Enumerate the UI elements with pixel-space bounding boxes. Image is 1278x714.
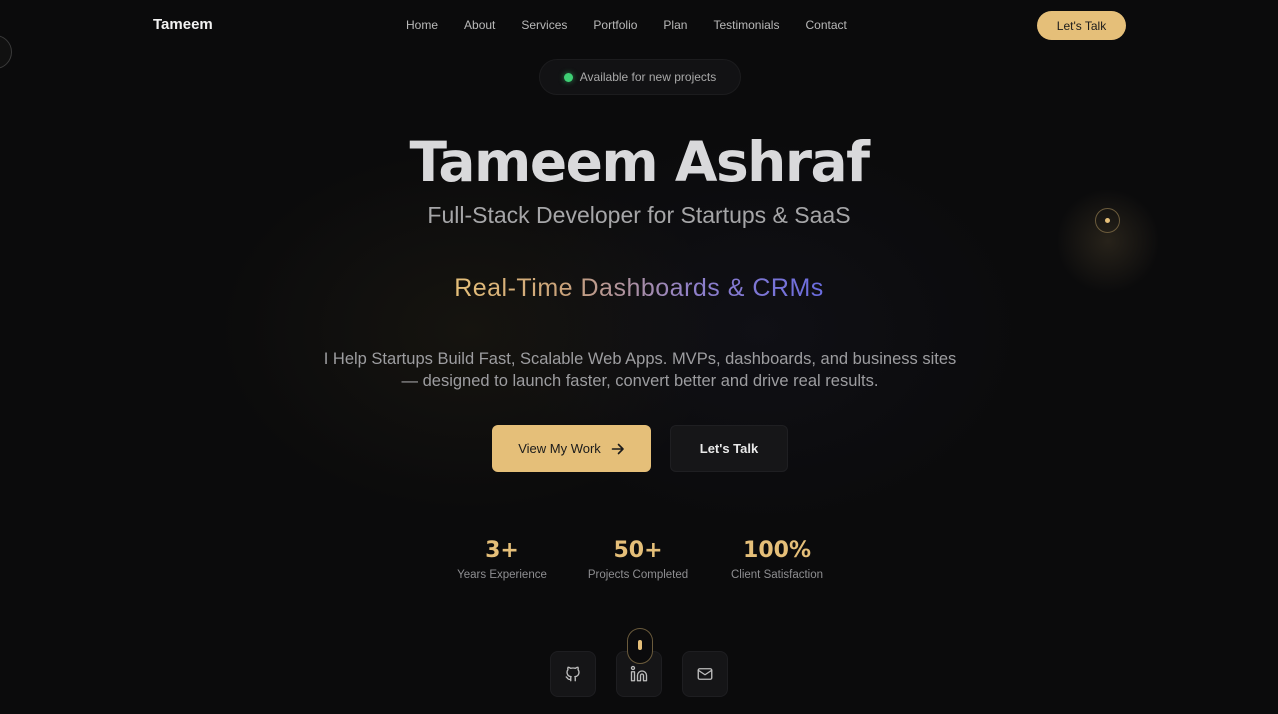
- decorative-ring: [1095, 208, 1120, 233]
- github-link[interactable]: [550, 651, 596, 697]
- stat-projects: 50+ Projects Completed: [583, 538, 693, 581]
- top-nav: Tameem Home About Services Portfolio Pla…: [0, 0, 1278, 52]
- decorative-dot: [1105, 218, 1110, 223]
- scroll-indicator[interactable]: [627, 628, 653, 664]
- scroll-wheel-icon: [638, 640, 642, 650]
- nav-link-contact[interactable]: Contact: [805, 18, 846, 32]
- lets-talk-button[interactable]: Let's Talk: [670, 425, 788, 472]
- availability-badge: Available for new projects: [539, 59, 741, 95]
- stat-value: 3+: [485, 538, 519, 563]
- mail-icon: [697, 668, 713, 680]
- nav-link-about[interactable]: About: [464, 18, 495, 32]
- github-icon: [565, 666, 580, 682]
- nav-link-portfolio[interactable]: Portfolio: [593, 18, 637, 32]
- stat-label: Years Experience: [457, 569, 547, 581]
- nav-link-home[interactable]: Home: [406, 18, 438, 32]
- hero-title: Tameem Ashraf: [409, 130, 870, 194]
- view-my-work-label: View My Work: [518, 441, 601, 456]
- nav-lets-talk-button[interactable]: Let's Talk: [1037, 11, 1126, 40]
- status-dot-icon: [563, 72, 573, 82]
- stat-value: 100%: [743, 538, 811, 563]
- page: Tameem Home About Services Portfolio Pla…: [0, 0, 1278, 714]
- availability-text: Available for new projects: [579, 70, 717, 84]
- hero-description: I Help Startups Build Fast, Scalable Web…: [323, 350, 957, 390]
- email-link[interactable]: [682, 651, 728, 697]
- stat-satisfaction: 100% Client Satisfaction: [725, 538, 829, 581]
- linkedin-icon: [630, 665, 648, 682]
- stat-label: Client Satisfaction: [730, 569, 824, 581]
- stat-label: Projects Completed: [587, 569, 689, 581]
- rotating-headline-text: Real-Time Dashboards & CRMs: [454, 274, 824, 302]
- stat-value: 50+: [613, 538, 663, 563]
- nav-link-plan[interactable]: Plan: [663, 18, 687, 32]
- view-my-work-button[interactable]: View My Work: [492, 425, 651, 472]
- nav-link-services[interactable]: Services: [521, 18, 567, 32]
- brand-logo[interactable]: Tameem: [153, 16, 213, 33]
- nav-links: Home About Services Portfolio Plan Testi…: [393, 18, 860, 32]
- decorative-glow: [1058, 186, 1158, 296]
- stat-years: 3+ Years Experience: [452, 538, 552, 581]
- nav-link-testimonials[interactable]: Testimonials: [713, 18, 779, 32]
- arrow-right-icon: [611, 443, 624, 454]
